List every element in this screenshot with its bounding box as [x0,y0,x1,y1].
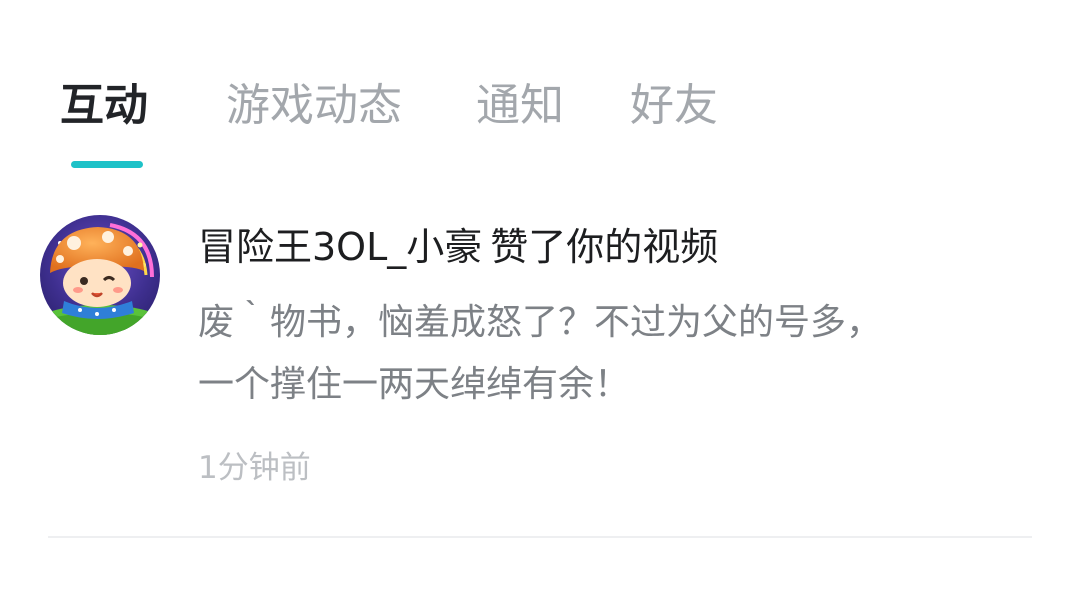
notifications-screen: 互动 游戏动态 通知 好友 冒险王3OL_小豪 赞了你的视频 废｀物书，恼羞成怒… [0,0,1080,606]
divider [48,536,1032,538]
comment-line: 废｀物书，恼羞成怒了？不过为父的号多， [198,302,883,343]
username-link[interactable]: 冒险王3OL_小豪 [198,225,482,269]
tab-notices[interactable]: 通知 [476,76,564,136]
notification-title: 冒险王3OL_小豪 赞了你的视频 [198,222,718,272]
notification-time: 1分钟前 [198,450,311,486]
notification-item[interactable]: 冒险王3OL_小豪 赞了你的视频 废｀物书，恼羞成怒了？不过为父的号多， 一个撑住… [0,200,1080,538]
active-tab-indicator [71,161,143,168]
tab-friends[interactable]: 好友 [630,76,718,136]
tab-game-updates[interactable]: 游戏动态 [226,76,402,136]
comment-text[interactable]: 废｀物书，恼羞成怒了？不过为父的号多， 一个撑住一两天绰绰有余！ [198,292,998,416]
notification-action: 赞了你的视频 [490,225,719,269]
comment-line: 一个撑住一两天绰绰有余！ [198,364,631,405]
tab-bar: 互动 游戏动态 通知 好友 [0,60,1080,170]
tab-interaction[interactable]: 互动 [60,76,148,136]
mushroom-avatar-icon[interactable] [40,215,160,335]
